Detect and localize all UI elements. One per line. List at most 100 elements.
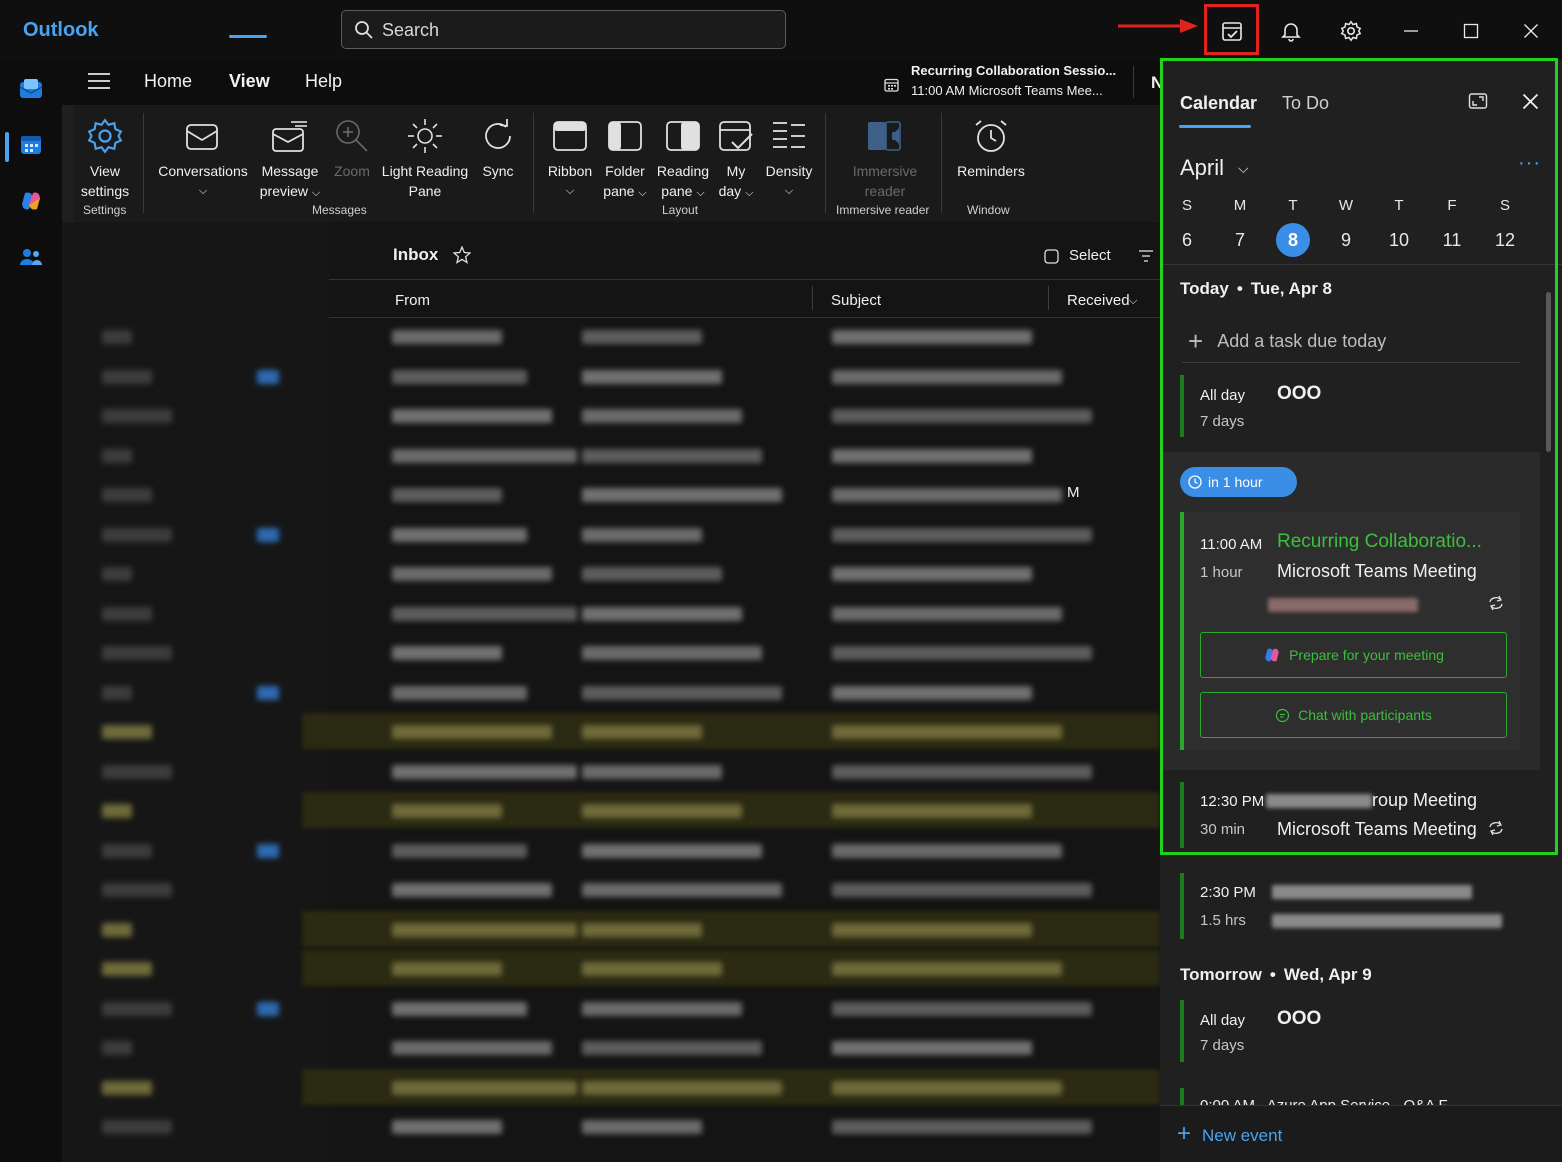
meeting-reminder-strip[interactable]: Recurring Collaboration Sessio... 11:00 …	[884, 60, 1154, 105]
event-color-bar	[1180, 375, 1184, 437]
more-options-icon[interactable]: ···	[1518, 152, 1541, 175]
chevron-down-icon: ⌵	[638, 187, 647, 199]
copilot-icon	[1265, 648, 1279, 662]
today-date: Tue, Apr 8	[1250, 279, 1332, 298]
day-cell-today[interactable]: 8	[1276, 223, 1310, 257]
select-button[interactable]: Select	[1069, 247, 1111, 264]
chevron-down-icon[interactable]: ⌵	[1129, 295, 1137, 308]
redacted-text	[102, 804, 132, 818]
divider	[1133, 66, 1134, 98]
day-cell[interactable]: 9	[1329, 223, 1363, 257]
redacted-text	[392, 1001, 527, 1016]
chevron-down-icon[interactable]: ⌵	[1238, 160, 1249, 177]
month-selector[interactable]: April	[1180, 155, 1224, 181]
add-task-label: Add a task due today	[1217, 331, 1387, 351]
select-checkbox-icon[interactable]	[1044, 249, 1059, 264]
event-group-meeting[interactable]: 12:30 PM 30 min roup Meeting Microsoft T…	[1180, 782, 1520, 848]
reminders-button[interactable]: Reminders	[949, 111, 1033, 181]
immersive-reader-label-1: Immersive	[852, 163, 918, 179]
light-reading-pane-button[interactable]: Light Reading Pane	[377, 111, 473, 201]
search-placeholder: Search	[382, 20, 440, 40]
tab-view[interactable]: View	[229, 71, 270, 92]
ribbon-layout-icon	[553, 121, 587, 151]
add-task-button[interactable]: + Add a task due today	[1188, 323, 1387, 356]
view-settings-button[interactable]: View settings	[73, 111, 137, 201]
redacted-text	[582, 1041, 762, 1055]
redacted-text	[582, 1080, 782, 1095]
close-window-button[interactable]	[1508, 8, 1554, 54]
redacted-text	[392, 567, 552, 581]
alarm-clock-icon	[975, 120, 1007, 152]
message-list	[62, 318, 1160, 1162]
conversations-button[interactable]: Conversations ⌵	[153, 111, 253, 201]
weekday-label: W	[1338, 197, 1354, 214]
chat-with-participants-button[interactable]: Chat with participants	[1200, 692, 1507, 738]
folder-pane-button[interactable]: Folder pane ⌵	[599, 111, 651, 203]
group-label-messages: Messages	[312, 203, 367, 217]
tab-home[interactable]: Home	[144, 71, 192, 92]
mail-app-icon	[19, 79, 43, 98]
event-time: 2:30 PM	[1200, 884, 1256, 901]
event-all-day-ooo[interactable]: All day 7 days OOO	[1180, 375, 1520, 437]
expand-icon[interactable]	[1468, 91, 1488, 111]
event-recurring-collaboration[interactable]: 11:00 AM 1 hour Recurring Collaboratio..…	[1180, 512, 1520, 750]
new-event-button[interactable]: + New event	[1160, 1105, 1562, 1162]
notifications-button[interactable]	[1268, 8, 1314, 54]
rail-people-button[interactable]	[14, 240, 48, 274]
star-icon[interactable]	[453, 246, 471, 264]
message-preview-button[interactable]: Message preview ⌵	[253, 111, 327, 203]
redacted-text	[392, 448, 577, 463]
tab-calendar-indicator	[1179, 125, 1251, 128]
weekday-label: S	[1499, 197, 1510, 214]
filter-icon[interactable]	[1138, 250, 1154, 262]
tab-todo[interactable]: To Do	[1282, 93, 1329, 114]
redacted-text	[392, 843, 527, 858]
redacted-text	[102, 488, 152, 502]
prepare-for-meeting-button[interactable]: Prepare for your meeting	[1200, 632, 1507, 678]
recurring-icon	[1489, 820, 1503, 836]
rail-mail-button[interactable]	[14, 72, 48, 106]
redacted-text	[832, 685, 1032, 700]
day-cell[interactable]: 6	[1170, 223, 1204, 257]
density-label: Density	[765, 163, 813, 179]
rail-copilot-button[interactable]	[14, 184, 48, 218]
column-from[interactable]: From	[395, 292, 430, 309]
hamburger-menu-icon[interactable]	[88, 72, 110, 90]
rail-selection-indicator	[5, 132, 9, 162]
reminder-detail: 11:00 AM Microsoft Teams Mee...	[911, 83, 1103, 98]
rail-calendar-button[interactable]	[14, 128, 48, 162]
event-duration: 7 days	[1200, 413, 1245, 430]
day-cell[interactable]: 7	[1223, 223, 1257, 257]
sync-button[interactable]: Sync	[475, 111, 521, 181]
tab-calendar[interactable]: Calendar	[1180, 93, 1257, 114]
weekday-label: F	[1447, 197, 1457, 214]
day-cell[interactable]: 12	[1488, 223, 1522, 257]
event-title: OOO	[1277, 383, 1322, 404]
event-afternoon[interactable]: 2:30 PM 1.5 hrs	[1180, 873, 1520, 939]
scrollbar[interactable]	[1546, 292, 1551, 452]
day-cell[interactable]: 10	[1382, 223, 1416, 257]
redacted-text	[832, 1041, 1032, 1055]
search-box[interactable]: Search	[341, 10, 786, 49]
annotation-highlight-box	[1204, 4, 1259, 55]
ribbon-layout-button[interactable]: Ribbon ⌵	[541, 111, 599, 201]
event-color-bar	[1180, 512, 1184, 750]
redacted-text	[832, 409, 1092, 423]
event-tomorrow-ooo[interactable]: All day 7 days OOO	[1180, 1000, 1520, 1062]
maximize-icon	[1463, 23, 1479, 39]
my-day-layout-button[interactable]: My day ⌵	[713, 111, 759, 203]
density-button[interactable]: Density ⌵	[761, 111, 817, 201]
settings-button[interactable]	[1328, 8, 1374, 54]
tab-help[interactable]: Help	[305, 71, 342, 92]
minimize-button[interactable]	[1388, 8, 1434, 54]
column-received[interactable]: Received	[1067, 292, 1130, 309]
day-cell[interactable]: 11	[1435, 223, 1469, 257]
redacted-text	[392, 804, 502, 818]
close-icon[interactable]	[1522, 93, 1539, 110]
event-partial[interactable]: 0:00 AM Azure App Service - Q&A F	[1180, 1088, 1520, 1105]
column-subject[interactable]: Subject	[831, 292, 881, 309]
redacted-text	[832, 1120, 1092, 1134]
reading-pane-button[interactable]: Reading pane ⌵	[653, 111, 713, 203]
maximize-button[interactable]	[1448, 8, 1494, 54]
event-color-bar	[1180, 873, 1184, 939]
